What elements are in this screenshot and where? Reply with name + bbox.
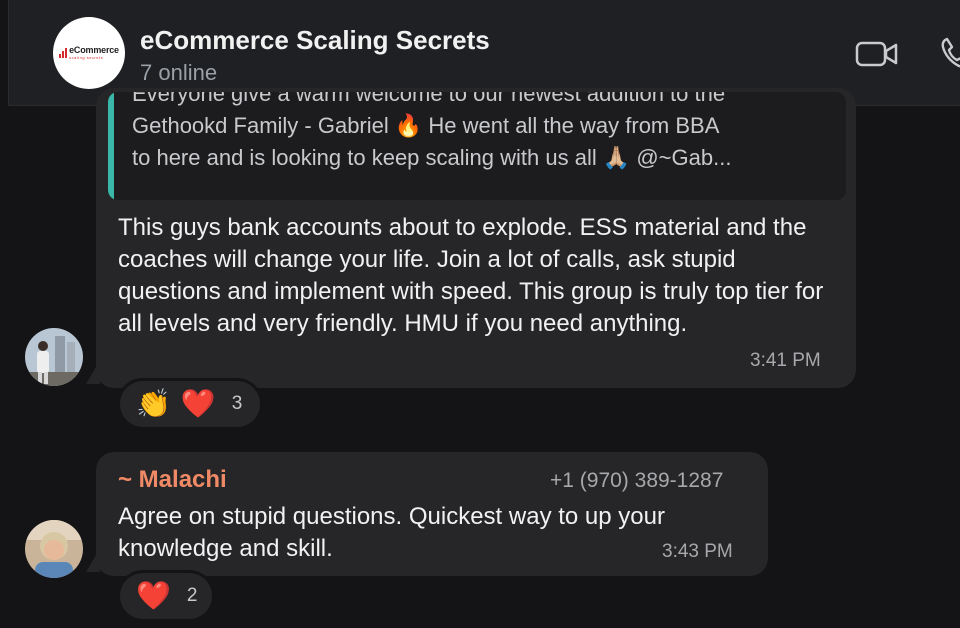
bubble-tail <box>86 360 100 384</box>
heart-emoji-reaction: ❤️ <box>180 388 216 419</box>
phone-icon[interactable] <box>939 36 960 70</box>
message-timestamp: 3:41 PM <box>750 350 821 371</box>
sender-avatar[interactable] <box>25 520 83 578</box>
reactions-pill[interactable]: ❤️ 2 <box>117 570 215 622</box>
quoted-text: Everyone give a warm welcome to our newe… <box>132 92 832 174</box>
quoted-line: to here and is looking to keep scaling w… <box>132 145 732 170</box>
sender-avatar[interactable] <box>25 328 83 386</box>
sender-phone[interactable]: +1 (970) 389-1287 <box>550 469 723 493</box>
quoted-line: Gethookd Family - Gabriel 🔥 He went all … <box>132 113 720 138</box>
quoted-line: Everyone give a warm welcome to our newe… <box>132 92 726 106</box>
group-logo: eCommerce scaling secrets <box>59 46 119 60</box>
avatar-photo <box>25 328 83 386</box>
sender-name[interactable]: ~ Malachi <box>118 466 227 494</box>
group-avatar[interactable]: eCommerce scaling secrets <box>53 17 125 89</box>
bubble-tail <box>86 548 100 572</box>
logo-bars-icon <box>59 48 68 58</box>
reactions-pill[interactable]: 👏 ❤️ 3 <box>117 378 263 430</box>
reaction-count: 3 <box>231 393 243 414</box>
clap-emoji-reaction: 👏 <box>136 388 171 419</box>
avatar-photo <box>25 520 83 578</box>
online-count: 7 online <box>140 60 218 85</box>
logo-sub-text: scaling secrets <box>69 55 104 60</box>
logo-main-text: eCommerce <box>69 45 119 55</box>
message-timestamp: 3:43 PM <box>662 541 733 562</box>
heart-emoji-reaction: ❤️ <box>136 580 171 611</box>
quoted-message[interactable]: Everyone give a warm welcome to our newe… <box>108 92 846 200</box>
reaction-count: 2 <box>186 585 198 606</box>
video-camera-icon[interactable] <box>855 38 899 70</box>
message-text: This guys bank accounts about to explode… <box>118 214 824 337</box>
group-title[interactable]: eCommerce Scaling Secrets <box>140 25 490 56</box>
quote-accent-bar <box>108 92 114 200</box>
